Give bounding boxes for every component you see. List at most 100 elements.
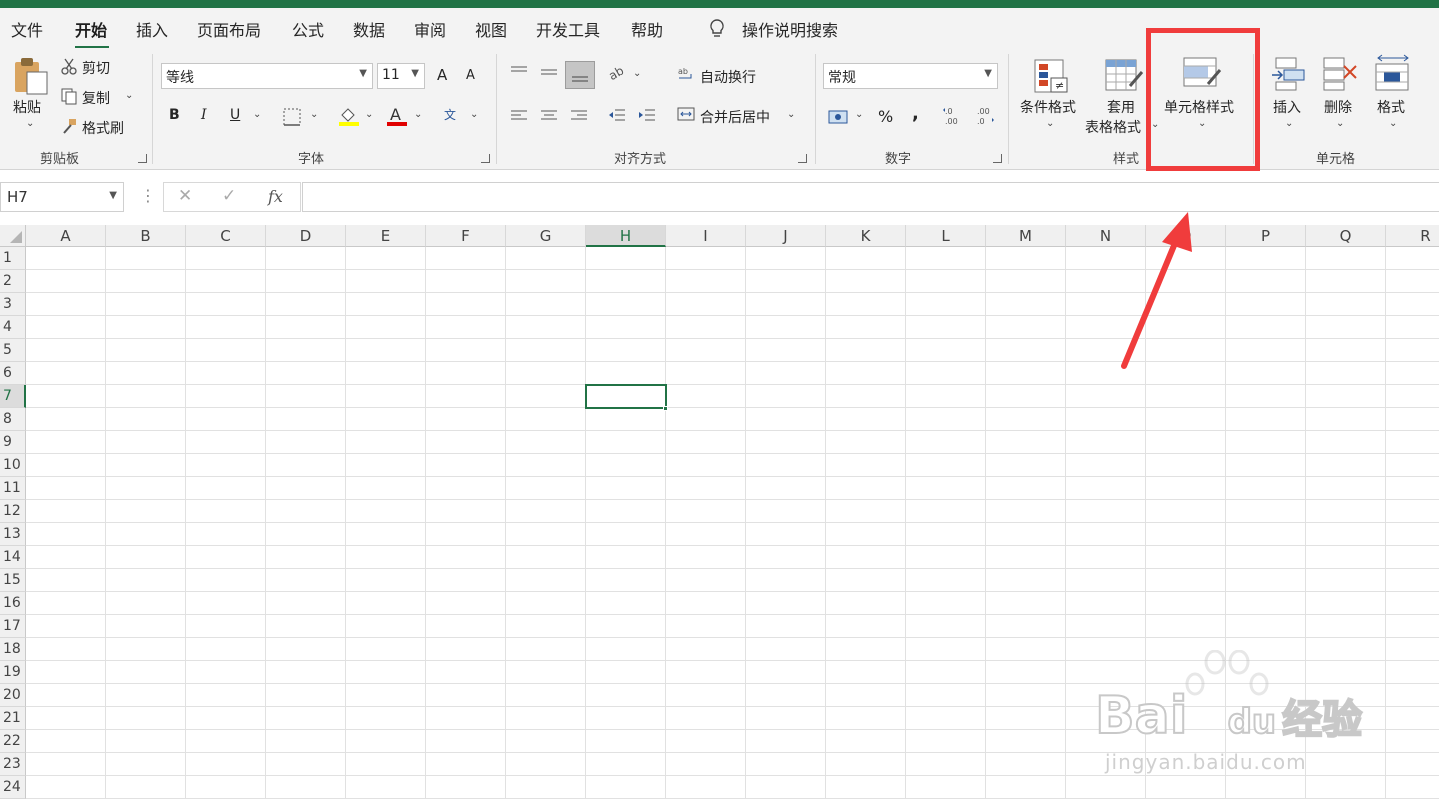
copy-button[interactable]: 复制 xyxy=(82,88,110,108)
column-header-l[interactable]: L xyxy=(906,225,986,247)
insert-function-icon[interactable]: fx xyxy=(268,187,283,206)
column-header-h[interactable]: H xyxy=(586,225,666,247)
insert-dropdown-icon[interactable]: ⌄ xyxy=(1285,118,1293,129)
tab-formulas[interactable]: 公式 xyxy=(292,17,324,41)
phonetic-button[interactable]: 文 xyxy=(444,106,456,123)
conditional-dropdown-icon[interactable]: ⌄ xyxy=(1046,118,1054,129)
tell-me-search[interactable]: 操作说明搜索 xyxy=(742,17,838,41)
column-header-q[interactable]: Q xyxy=(1306,225,1386,247)
row-header-24[interactable]: 24 xyxy=(0,776,26,799)
row-header-8[interactable]: 8 xyxy=(0,408,26,431)
formula-input[interactable] xyxy=(302,182,1439,212)
format-dropdown-icon[interactable]: ⌄ xyxy=(1389,118,1397,129)
shrink-font-button[interactable]: A xyxy=(466,68,475,83)
insert-cells-icon[interactable] xyxy=(1270,56,1308,92)
column-header-k[interactable]: K xyxy=(826,225,906,247)
number-format-select[interactable]: 常规 ▼ xyxy=(823,63,998,89)
decrease-decimal-icon[interactable]: .00.0 xyxy=(974,106,996,126)
align-right-icon[interactable] xyxy=(569,108,589,124)
orientation-icon[interactable]: ab xyxy=(607,64,629,82)
row-header-12[interactable]: 12 xyxy=(0,500,26,523)
tab-insert[interactable]: 插入 xyxy=(136,17,168,41)
italic-button[interactable]: I xyxy=(201,107,207,123)
format-cells-button[interactable]: 格式 xyxy=(1377,97,1405,117)
comma-button[interactable]: , xyxy=(912,103,919,124)
format-painter-button[interactable]: 格式刷 xyxy=(82,118,124,138)
borders-icon[interactable] xyxy=(283,108,301,126)
align-top-icon[interactable] xyxy=(509,64,529,80)
row-header-3[interactable]: 3 xyxy=(0,293,26,316)
font-color-dropdown-icon[interactable]: ⌄ xyxy=(414,109,422,120)
row-header-14[interactable]: 14 xyxy=(0,546,26,569)
delete-cells-icon[interactable] xyxy=(1322,56,1360,92)
paste-dropdown-icon[interactable]: ⌄ xyxy=(26,118,34,129)
column-header-j[interactable]: J xyxy=(746,225,826,247)
align-center-icon[interactable] xyxy=(539,108,559,124)
grow-font-button[interactable]: A xyxy=(437,66,447,84)
row-header-13[interactable]: 13 xyxy=(0,523,26,546)
orientation-dropdown-icon[interactable]: ⌄ xyxy=(633,68,641,79)
column-header-b[interactable]: B xyxy=(106,225,186,247)
font-color-icon[interactable]: A xyxy=(386,105,408,127)
column-header-g[interactable]: G xyxy=(506,225,586,247)
font-name-select[interactable]: 等线 ▼ xyxy=(161,63,373,89)
percent-button[interactable]: % xyxy=(878,107,893,126)
column-header-a[interactable]: A xyxy=(26,225,106,247)
copy-icon[interactable] xyxy=(60,87,78,105)
row-header-21[interactable]: 21 xyxy=(0,707,26,730)
format-as-table-button[interactable]: 表格格式 xyxy=(1085,117,1141,137)
delete-dropdown-icon[interactable]: ⌄ xyxy=(1336,118,1344,129)
align-bottom-button[interactable] xyxy=(565,61,595,89)
borders-dropdown-icon[interactable]: ⌄ xyxy=(310,109,318,120)
format-cells-icon[interactable] xyxy=(1374,54,1412,92)
row-header-10[interactable]: 10 xyxy=(0,454,26,477)
row-header-15[interactable]: 15 xyxy=(0,569,26,592)
tab-home[interactable]: 开始 xyxy=(75,17,107,41)
row-header-11[interactable]: 11 xyxy=(0,477,26,500)
tab-data[interactable]: 数据 xyxy=(353,17,385,41)
paste-button[interactable]: 粘贴 xyxy=(13,97,41,117)
merge-center-icon[interactable] xyxy=(677,106,695,122)
underline-button[interactable]: U xyxy=(230,107,240,123)
row-header-19[interactable]: 19 xyxy=(0,661,26,684)
delete-cells-button[interactable]: 删除 xyxy=(1324,97,1352,117)
font-size-select[interactable]: 11 ▼ xyxy=(377,63,425,89)
column-header-m[interactable]: M xyxy=(986,225,1066,247)
clipboard-launcher-icon[interactable] xyxy=(138,154,147,163)
row-header-1[interactable]: 1 xyxy=(0,247,26,270)
conditional-formatting-button[interactable]: 条件格式 xyxy=(1020,97,1076,117)
increase-indent-icon[interactable] xyxy=(637,107,657,125)
row-header-22[interactable]: 22 xyxy=(0,730,26,753)
tab-file[interactable]: 文件 xyxy=(11,17,43,41)
merge-dropdown-icon[interactable]: ⌄ xyxy=(787,109,795,120)
row-header-23[interactable]: 23 xyxy=(0,753,26,776)
tab-developer[interactable]: 开发工具 xyxy=(536,17,600,41)
cut-button[interactable]: 剪切 xyxy=(82,58,110,78)
column-header-i[interactable]: I xyxy=(666,225,746,247)
select-all-corner[interactable] xyxy=(0,225,26,247)
row-header-9[interactable]: 9 xyxy=(0,431,26,454)
number-launcher-icon[interactable] xyxy=(993,154,1002,163)
paste-icon[interactable] xyxy=(12,56,50,96)
column-header-c[interactable]: C xyxy=(186,225,266,247)
format-as-table-icon[interactable] xyxy=(1104,58,1144,94)
row-header-4[interactable]: 4 xyxy=(0,316,26,339)
merge-center-button[interactable]: 合并后居中 xyxy=(700,107,770,127)
fill-color-icon[interactable] xyxy=(338,105,360,127)
column-header-p[interactable]: P xyxy=(1226,225,1306,247)
alignment-launcher-icon[interactable] xyxy=(798,154,807,163)
conditional-formatting-icon[interactable]: ≠ xyxy=(1031,58,1071,94)
scissors-icon[interactable] xyxy=(60,57,78,75)
row-header-6[interactable]: 6 xyxy=(0,362,26,385)
name-box[interactable]: H7 ▼ xyxy=(0,182,124,212)
row-header-17[interactable]: 17 xyxy=(0,615,26,638)
accounting-format-icon[interactable] xyxy=(828,108,850,126)
phonetic-dropdown-icon[interactable]: ⌄ xyxy=(470,109,478,120)
accounting-dropdown-icon[interactable]: ⌄ xyxy=(855,109,863,120)
row-header-5[interactable]: 5 xyxy=(0,339,26,362)
row-header-7[interactable]: 7 xyxy=(0,385,26,408)
format-painter-icon[interactable] xyxy=(60,117,78,135)
decrease-indent-icon[interactable] xyxy=(607,107,627,125)
row-header-20[interactable]: 20 xyxy=(0,684,26,707)
fill-handle[interactable] xyxy=(663,406,668,411)
